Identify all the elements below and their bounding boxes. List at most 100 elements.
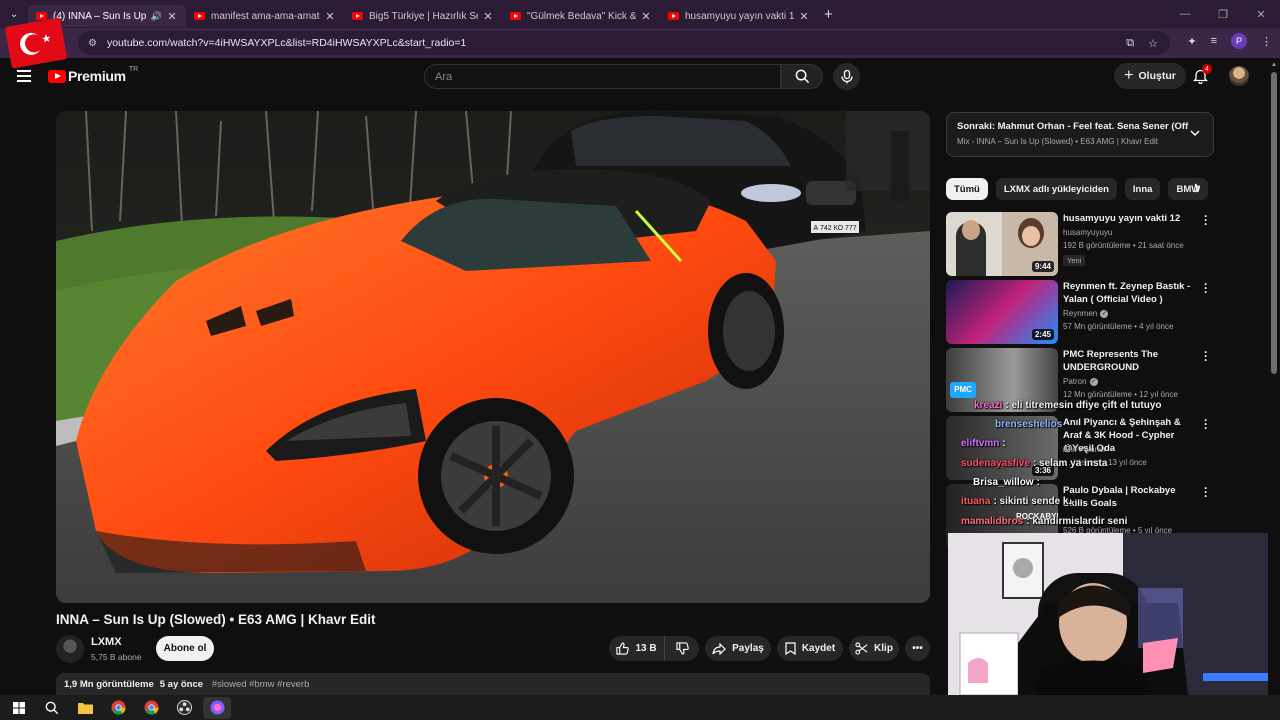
bookmark-star-icon[interactable]: ☆ <box>1148 37 1158 50</box>
thumbs-down-icon <box>675 642 689 655</box>
browser-tab-4[interactable]: "Gülmek Bedava" Kick & Twitch ✕ <box>502 5 660 27</box>
video-thumbnail[interactable]: PMC <box>946 348 1058 412</box>
rec-channel[interactable]: Reynmen ✓ <box>1063 309 1109 318</box>
recommendation-item[interactable]: PMC PMC Represents The UNDERGROUND Patro… <box>946 346 1216 412</box>
logo-text: Premium <box>68 68 126 84</box>
like-button[interactable]: 13 B <box>609 636 664 661</box>
tab-title: Big5 Türkiye | Hazırlık Sezonu <box>369 10 478 22</box>
rec-channel[interactable]: husamyuyuyu <box>1063 228 1112 237</box>
dislike-button[interactable] <box>664 636 699 661</box>
scrollbar-thumb[interactable] <box>1271 72 1277 374</box>
webcam-frame <box>948 533 1268 695</box>
youtube-header: Premium TR Ara + Oluştur 4 <box>0 58 1268 96</box>
browser-tab-3[interactable]: Big5 Türkiye | Hazırlık Sezonu ✕ <box>344 5 502 27</box>
region-code: TR <box>128 65 139 73</box>
extensions-puzzle-icon[interactable]: ✦ <box>1187 35 1196 48</box>
browser-tab-bar: ⌄ (4) INNA – Sun Is Up (Slowe 🔊 ✕ manife… <box>0 0 1280 28</box>
clip-button[interactable]: Klip <box>849 636 899 661</box>
windows-logo-icon <box>13 701 25 714</box>
youtube-favicon-icon <box>194 12 205 20</box>
chrome-icon <box>143 700 159 715</box>
chip-from-uploader[interactable]: LXMX adlı yükleyiciden <box>995 178 1117 200</box>
scroll-up-icon[interactable]: ▲ <box>1271 62 1277 68</box>
minimize-icon[interactable]: — <box>1166 8 1204 20</box>
rec-channel[interactable]: Patron ✓ <box>1063 377 1098 386</box>
tab-title: husamyuyu yayın vakti 12 - You <box>685 10 794 22</box>
tab-title: "Gülmek Bedava" Kick & Twitch <box>527 10 636 22</box>
profile-avatar[interactable]: P <box>1231 33 1247 49</box>
site-info-icon[interactable]: ⚙ <box>88 38 97 49</box>
more-vertical-icon[interactable]: · · · <box>1204 278 1208 298</box>
search-button[interactable] <box>781 64 823 89</box>
hamburger-menu-icon[interactable] <box>17 70 31 85</box>
browser-tab-5[interactable]: husamyuyu yayın vakti 12 - You ✕ <box>660 5 818 27</box>
notification-badge: 4 <box>1202 64 1212 74</box>
create-button[interactable]: + Oluştur <box>1114 63 1186 89</box>
chip-bmw[interactable]: BMW <box>1168 178 1209 200</box>
more-vertical-icon[interactable]: · · · <box>1204 210 1208 230</box>
chevron-right-icon[interactable] <box>1192 182 1202 194</box>
taskbar-search-button[interactable] <box>38 697 66 719</box>
window-close-icon[interactable]: ✕ <box>1242 8 1280 21</box>
more-vertical-icon[interactable]: · · · <box>1204 482 1208 502</box>
more-vertical-icon[interactable]: · · · <box>1204 414 1208 434</box>
view-count: 1,9 Mn görüntüleme <box>64 679 154 690</box>
more-horizontal-icon: ••• <box>912 643 923 654</box>
save-button[interactable]: Kaydet <box>777 636 843 661</box>
hashtags[interactable]: #slowed #bmw #reverb <box>212 679 310 690</box>
more-vertical-icon[interactable]: · · · <box>1204 346 1208 366</box>
speaker-icon[interactable]: 🔊 <box>151 11 162 22</box>
file-explorer-button[interactable] <box>71 697 99 719</box>
recommendation-item[interactable]: 3:36 Anıl Piyancı & Şehinşah & Araf & 3K… <box>946 414 1216 480</box>
chip-all[interactable]: Tümü <box>946 178 988 200</box>
new-tab-plus-icon[interactable]: + <box>824 6 833 23</box>
tab-close-icon[interactable]: ✕ <box>166 10 178 23</box>
chrome-taskbar-button[interactable] <box>104 697 132 719</box>
restore-icon[interactable]: ❐ <box>1204 8 1242 21</box>
voice-search-button[interactable] <box>833 63 860 90</box>
browser-tab-2[interactable]: manifest ama-ama-amatör lara ✕ <box>186 5 344 27</box>
chevron-down-icon[interactable] <box>1189 127 1201 139</box>
url-text: youtube.com/watch?v=4iHWSAYXPLc&list=RD4… <box>106 37 467 49</box>
subscribe-button[interactable]: Abone ol <box>156 636 214 661</box>
video-player[interactable]: А 742 КО 777 <box>56 111 930 603</box>
tab-close-icon[interactable]: ✕ <box>482 10 494 23</box>
youtube-logo-icon <box>48 69 66 83</box>
account-avatar[interactable] <box>1229 66 1249 86</box>
recommendation-item[interactable]: 9:44 husamyuyu yayın vakti 12 husamyuyuy… <box>946 210 1216 276</box>
tab-close-icon[interactable]: ✕ <box>798 10 810 23</box>
chrome-profile-taskbar-button[interactable] <box>137 697 165 719</box>
share-arrow-icon <box>712 642 726 655</box>
media-control-icon[interactable]: ≡ <box>1211 35 1217 47</box>
channel-avatar[interactable] <box>56 635 84 663</box>
notifications-button[interactable]: 4 <box>1192 64 1212 89</box>
thumbs-up-icon <box>616 642 630 655</box>
chat-app-taskbar-button[interactable] <box>203 696 231 719</box>
video-thumbnail[interactable]: 3:36 <box>946 416 1058 480</box>
rec-title: Paulo Dybala | Rockabye Skills Goals <box>1063 485 1176 509</box>
recommendation-item[interactable]: 2:45 Reynmen ft. Zeynep Bastık - Yalan (… <box>946 278 1216 344</box>
tab-close-icon[interactable]: ✕ <box>324 10 336 23</box>
browser-menu-icon[interactable]: ⋮ <box>1261 35 1272 48</box>
obs-taskbar-button[interactable] <box>170 697 198 719</box>
video-thumbnail[interactable]: 2:45 <box>946 280 1058 344</box>
tab-close-icon[interactable]: ✕ <box>640 10 652 23</box>
up-next-panel[interactable]: Sonraki: Mahmut Orhan - Feel feat. Sena … <box>946 112 1214 157</box>
microphone-icon <box>840 69 853 83</box>
chip-inna[interactable]: Inna <box>1124 178 1161 200</box>
video-thumbnail[interactable]: 9:44 <box>946 212 1058 276</box>
scissors-icon <box>855 642 868 655</box>
chat-app-icon <box>209 700 225 715</box>
share-button[interactable]: Paylaş <box>705 636 771 661</box>
page-scrollbar[interactable]: ▲ <box>1268 58 1280 695</box>
address-bar[interactable]: ⚙ youtube.com/watch?v=4iHWSAYXPLc&list=R… <box>78 31 1170 55</box>
install-app-icon[interactable]: ⧉ <box>1126 37 1134 50</box>
start-button[interactable] <box>5 697 33 719</box>
search-input[interactable]: Ara <box>424 64 781 89</box>
license-plate-text: А 742 КО 777 <box>813 225 856 232</box>
up-next-subtitle: Mix - INNA – Sun Is Up (Slowed) • E63 AM… <box>957 137 1158 146</box>
channel-name[interactable]: LXMX <box>91 636 122 648</box>
rec-channel[interactable]: Anıl Piyancı <box>1063 445 1105 454</box>
youtube-premium-logo[interactable]: Premium TR <box>48 65 139 84</box>
more-actions-button[interactable]: ••• <box>905 636 930 661</box>
